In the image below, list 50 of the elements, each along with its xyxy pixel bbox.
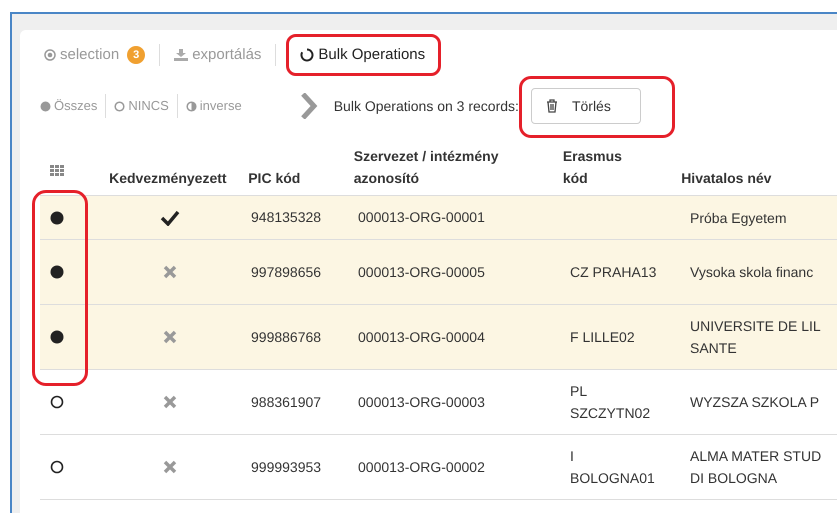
table-cell-text: 000013-ORG-00002 [357, 458, 486, 476]
radio-selected-icon[interactable] [50, 265, 64, 279]
column-header: Kedvezményezett [108, 169, 228, 188]
table-cell-text: Vysoka skola financ [689, 263, 814, 282]
table-cell-text: 000013-ORG-00004 [357, 328, 486, 346]
toolbar-tab[interactable]: Bulk Operations [296, 44, 430, 66]
check-icon [160, 210, 180, 226]
table-cell-text: 000013-ORG-00001 [357, 208, 486, 227]
table-cell: F LILLE02 [570, 329, 635, 345]
radio-icon[interactable] [50, 395, 64, 409]
radio-icon[interactable] [50, 460, 64, 474]
spinner-icon [300, 48, 314, 62]
column-header: Szervezet / intézmény azonosító [352, 147, 500, 188]
radio-selected-icon[interactable] [50, 330, 64, 344]
cross-icon [162, 330, 176, 344]
table-cell-text: 997898656 [250, 262, 322, 282]
column-header: PIC kód [247, 169, 302, 188]
grid-icon[interactable] [50, 165, 66, 177]
table-cell-text: 999993953 [250, 458, 322, 476]
radio-selected-icon[interactable] [50, 210, 64, 224]
table-cell: I BOLOGNA01 [570, 448, 655, 486]
filled-circle-icon [40, 100, 51, 112]
table-row[interactable]: 948135328 000013-ORG-00001 Próba Egyetem [40, 196, 837, 240]
table-cell-text: UNIVERSITE DE LIL SANTE [689, 317, 821, 358]
table-row[interactable]: 999886768 000013-ORG-00004 F LILLE02 UNIVERSITE DE LIL SANTE [40, 305, 837, 370]
table-cell-text: Próba Egyetem [689, 208, 786, 228]
table-cell: PL SZCZYTN02 [570, 383, 650, 421]
table-cell: CZ PRAHA13 [570, 264, 656, 280]
table-cell-text: WYZSZA SZKOLA P [689, 393, 820, 412]
table-cell-text: ALMA MATER STUD DI BOLOGNA [689, 447, 822, 488]
delete-button[interactable]: Törlés [530, 88, 641, 124]
bulk-operations-label: Bulk Operations on 3 records: [334, 96, 519, 116]
chevron-right-icon [300, 93, 318, 119]
cross-icon [162, 460, 176, 474]
half-circle-icon [186, 100, 197, 112]
trash-icon [546, 99, 558, 113]
table-cell-text: 000013-ORG-00003 [357, 392, 486, 412]
count-badge: 3 [127, 46, 146, 64]
table-cell-text: 988361907 [250, 392, 322, 412]
column-header: Hivatalos név [680, 169, 772, 188]
target-icon [44, 49, 56, 61]
table-row[interactable]: 997898656 000013-ORG-00005 CZ PRAHA13 Vysoka skola financ [40, 240, 837, 305]
table-cell-text: 948135328 [250, 208, 322, 227]
cross-icon [162, 265, 176, 279]
download-icon [174, 49, 188, 61]
column-header: Erasmus kód [562, 147, 623, 188]
cross-icon [162, 395, 176, 409]
empty-circle-icon [114, 100, 126, 112]
table-cell-text: 999886768 [250, 328, 322, 346]
table-cell-text: 000013-ORG-00005 [357, 262, 486, 282]
